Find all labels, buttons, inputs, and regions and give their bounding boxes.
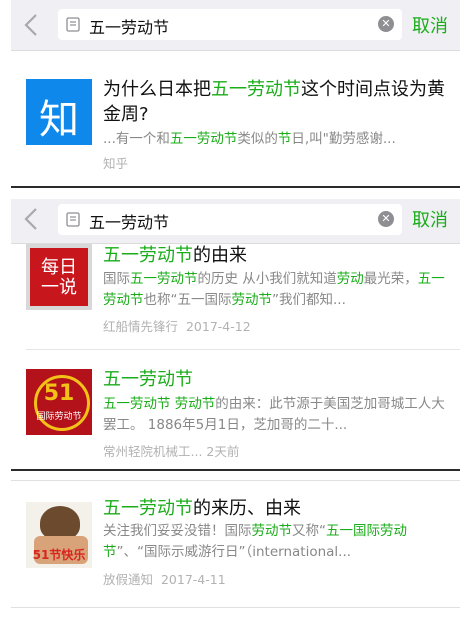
text-segment: 最光荣， (363, 271, 418, 287)
text-segment: ”我们都知... (272, 292, 346, 308)
search-query: 五一劳动节 (89, 213, 170, 232)
result-date: 2天前 (206, 444, 240, 459)
result-item[interactable]: 51节快乐 五一劳动节的来历、由来 关注我们妥妥没错！国际劳动节又称“五一国际劳… (11, 480, 460, 616)
result-source: 常州轻院机械工... (103, 444, 203, 459)
result-title: 五一劳动节的由来 (103, 243, 448, 268)
result-title: 五一劳动节的来历、由来 (103, 496, 448, 521)
hongchuan-logo-icon: 每日一说 (26, 244, 92, 310)
result-date: 2017-4-12 (185, 319, 251, 334)
document-icon (66, 212, 80, 227)
text-segment: 日,叫"勤劳感谢... (291, 131, 396, 147)
divider (11, 607, 460, 608)
result-item[interactable]: 51 国际劳动节 五一劳动节 五一劳动节 劳动节的由来：此节源于美国芝加哥城工人… (11, 350, 460, 469)
keyword-highlight: 五一劳动节 (103, 245, 193, 266)
back-chevron-icon[interactable] (21, 206, 43, 232)
text-segment: 为什么日本把 (103, 79, 211, 100)
screenshot-panel-bottom: 51节快乐 五一劳动节的来历、由来 关注我们妥妥没错！国际劳动节又称“五一国际劳… (11, 480, 460, 617)
keyword-highlight: 劳动 (336, 271, 364, 287)
zhihu-logo-icon: 知 (26, 79, 92, 145)
result-title: 为什么日本把五一劳动节这个时间点设为黄金周? (103, 77, 448, 127)
clear-icon[interactable]: ✕ (378, 16, 394, 32)
keyword-highlight: 五一劳动节 (169, 131, 238, 147)
result-source: 红船情先锋行 (103, 319, 179, 334)
clear-icon[interactable]: ✕ (378, 211, 394, 227)
result-source: 放假通知 (103, 572, 154, 587)
search-input[interactable]: 五一劳动节 ✕ (58, 9, 402, 40)
result-source: 知乎 (103, 156, 129, 171)
text-segment: ”、“国际示威游行日”（international... (116, 544, 352, 560)
keyword-highlight: 五一劳动节 (130, 271, 198, 287)
text-segment: 的由来 (193, 245, 247, 266)
screenshot-panel-top: 五一劳动节 ✕ 取消 知 为什么日本把五一劳动节这个时间点设为黄金周? ...有… (11, 0, 460, 188)
keyword-highlight: 劳动节 (231, 292, 273, 308)
keyword-highlight: 五一劳动节 (103, 369, 193, 390)
text-segment: 又称“ (292, 523, 326, 539)
back-chevron-icon[interactable] (21, 12, 43, 38)
keyword-highlight: 五一劳动节 劳动节 (103, 396, 216, 412)
keyword-highlight: 五一劳动节 (211, 79, 301, 100)
text-segment: ...有一个和 (103, 131, 170, 147)
keyword-highlight: 劳动节 (251, 523, 293, 539)
text-segment: 的历史 从小我们就知道 (197, 271, 337, 287)
labor-day-51-badge-icon: 51 国际劳动节 (26, 369, 92, 435)
text-segment: 类似的 (237, 131, 278, 147)
search-input[interactable]: 五一劳动节 ✕ (58, 204, 402, 235)
text-segment: 的来历、由来 (193, 498, 301, 519)
cancel-button[interactable]: 取消 (412, 12, 448, 38)
result-source-date: 放假通知 2017-4-11 (103, 569, 226, 588)
result-date: 2017-4-11 (160, 572, 226, 587)
text-segment: 也称“五一国际 (143, 292, 232, 308)
labor-day-poster-icon: 51节快乐 (26, 502, 92, 568)
result-source-date: 常州轻院机械工... 2天前 (103, 441, 239, 460)
search-bar: 五一劳动节 ✕ 取消 (11, 0, 460, 51)
result-item[interactable]: 每日一说 五一劳动节的由来 国际五一劳动节的历史 从小我们就知道劳动最光荣，五一… (11, 243, 460, 349)
text-segment: 关注我们妥妥没错！国际 (103, 523, 252, 539)
search-query: 五一劳动节 (89, 18, 170, 37)
keyword-highlight: 五一劳动节 (103, 498, 193, 519)
result-snippet: 关注我们妥妥没错！国际劳动节又称“五一国际劳动节”、“国际示威游行日”（inte… (103, 521, 446, 563)
result-item-zhihu[interactable]: 知 为什么日本把五一劳动节这个时间点设为黄金周? ...有一个和五一劳动节类似的… (11, 50, 460, 186)
search-bar: 五一劳动节 ✕ 取消 (11, 199, 460, 244)
result-source-date: 红船情先锋行 2017-4-12 (103, 316, 251, 335)
result-snippet: 五一劳动节 劳动节的由来：此节源于美国芝加哥城工人大罢工。 1886年5月1日，… (103, 394, 446, 436)
screenshot-panel-middle: 五一劳动节 ✕ 取消 每日一说 五一劳动节的由来 国际五一劳动节的历史 从小我们… (11, 199, 460, 471)
result-snippet: 国际五一劳动节的历史 从小我们就知道劳动最光荣，五一劳动节也称“五一国际劳动节”… (103, 269, 446, 311)
result-snippet: ...有一个和五一劳动节类似的节日,叫"勤劳感谢... (103, 129, 446, 150)
keyword-highlight: 节 (277, 131, 292, 147)
text-segment: 国际 (103, 271, 130, 287)
result-title: 五一劳动节 (103, 367, 448, 392)
document-icon (66, 17, 80, 32)
cancel-button[interactable]: 取消 (412, 206, 448, 232)
